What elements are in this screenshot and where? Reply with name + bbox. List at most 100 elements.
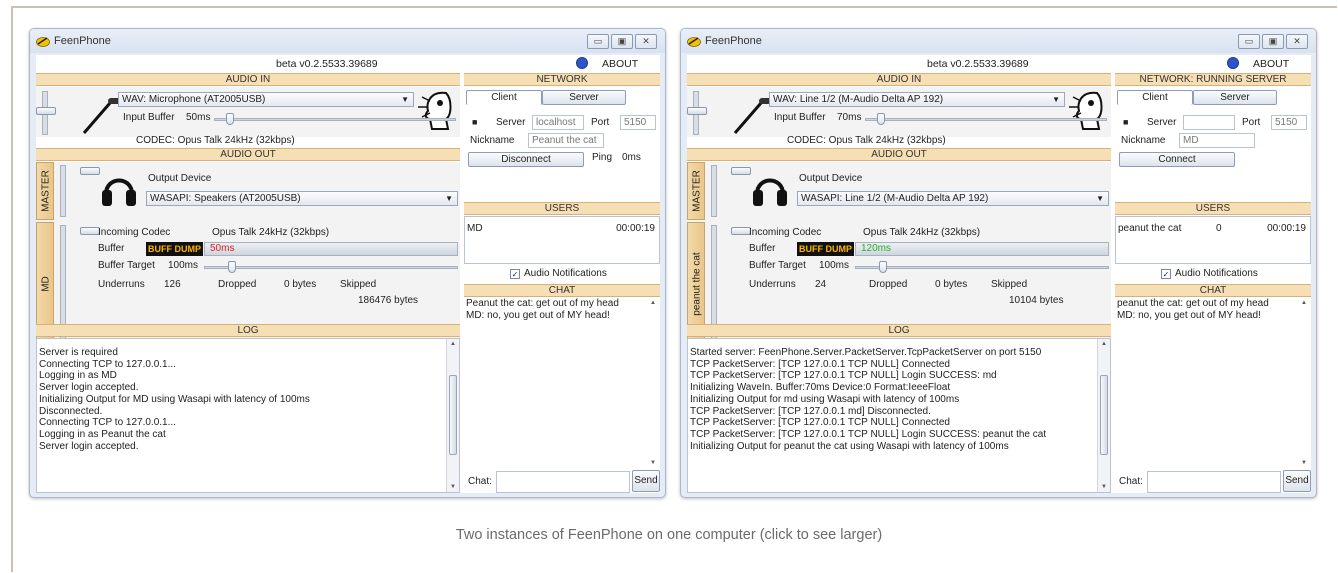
chat-input[interactable] (1147, 471, 1281, 493)
underruns-label: Underruns (98, 279, 145, 290)
server-input[interactable] (1183, 115, 1235, 130)
scroll-up-icon[interactable]: ▲ (450, 341, 456, 347)
audio-notifications-checkbox[interactable]: ✓ (510, 269, 520, 279)
input-device-select[interactable]: WAV: Line 1/2 (M-Audio Delta AP 192) ▼ (769, 92, 1065, 107)
server-input[interactable]: localhost (532, 115, 584, 130)
master-volume-thumb[interactable] (731, 167, 751, 175)
log-scrollbar[interactable]: ▲ ▼ (1097, 339, 1110, 492)
master-volume-slider[interactable] (60, 165, 66, 217)
minimize-icon[interactable]: ▭ (1238, 34, 1260, 49)
input-volume-thumb[interactable] (687, 107, 707, 115)
maximize-icon[interactable]: ▣ (611, 34, 633, 49)
input-volume-thumb[interactable] (36, 107, 56, 115)
maximize-icon[interactable]: ▣ (1262, 34, 1284, 49)
nickname-input[interactable]: MD (1179, 133, 1255, 148)
scroll-down-icon[interactable]: ▼ (450, 484, 456, 490)
headphones-icon (753, 178, 787, 206)
about-link[interactable]: ABOUT (1253, 58, 1289, 70)
user-name[interactable]: peanut the cat (1118, 223, 1181, 234)
tab-server[interactable]: Server (542, 90, 626, 105)
input-device-select[interactable]: WAV: Microphone (AT2005USB) ▼ (118, 92, 414, 107)
close-icon[interactable]: ✕ (1286, 34, 1308, 49)
about-icon[interactable] (576, 57, 588, 69)
minimize-icon[interactable]: ▭ (587, 34, 609, 49)
scroll-down-icon[interactable]: ▼ (650, 460, 656, 466)
users-list[interactable]: peanut the cat 0 00:00:19 (1115, 216, 1311, 264)
output-device-select[interactable]: WASAPI: Speakers (AT2005USB) ▼ (146, 191, 458, 206)
audio-notifications-label: Audio Notifications (1175, 268, 1258, 279)
input-buffer-slider[interactable] (865, 118, 1107, 121)
about-icon[interactable] (1227, 57, 1239, 69)
log-scrollbar[interactable]: ▲ ▼ (446, 339, 459, 492)
output-device-label: Output Device (799, 173, 863, 184)
tab-client[interactable]: Client (466, 90, 542, 105)
dropped-label: Dropped (869, 279, 908, 290)
title-bar[interactable]: FeenPhone ▭ ▣ ✕ (681, 29, 1316, 53)
port-input[interactable]: 5150 (1271, 115, 1307, 130)
log-box[interactable]: Server is required Connecting TCP to 127.… (36, 338, 460, 493)
buffer-target-slider[interactable] (204, 266, 458, 269)
input-buffer-label: Input Buffer (123, 112, 175, 123)
connect-button[interactable]: Disconnect (468, 152, 584, 167)
buffer-target-label: Buffer Target (749, 260, 806, 271)
log-scroll-thumb[interactable] (1100, 375, 1108, 455)
scroll-up-icon[interactable]: ▲ (1301, 300, 1307, 306)
chat-header: CHAT (464, 284, 660, 297)
log-line: Initializing Output for MD using Wasapi … (39, 393, 310, 405)
dropped-value: 0 bytes (935, 279, 968, 290)
about-link[interactable]: ABOUT (602, 58, 638, 70)
output-device-select[interactable]: WASAPI: Line 1/2 (M-Audio Delta AP 192) ▼ (797, 191, 1109, 206)
audio-notifications-checkbox[interactable]: ✓ (1161, 269, 1171, 279)
user-volume-thumb[interactable] (731, 227, 751, 235)
send-button[interactable]: Send (1283, 470, 1311, 492)
input-buffer-slider[interactable] (214, 118, 456, 121)
scroll-up-icon[interactable]: ▲ (1101, 341, 1107, 347)
user-name[interactable]: MD (467, 223, 483, 234)
codec-label: CODEC: Opus Talk 24kHz (32kbps) (787, 135, 946, 146)
input-buffer-thumb[interactable] (877, 113, 885, 125)
buffer-target-value: 100ms (819, 260, 850, 271)
scroll-up-icon[interactable]: ▲ (650, 300, 656, 306)
main-content: beta v0.2.5533.39689 ABOUT AUDIO IN WAV:… (687, 55, 1311, 493)
scroll-down-icon[interactable]: ▼ (1301, 460, 1307, 466)
incoming-codec-label: Incoming Codec (749, 227, 822, 238)
tab-server[interactable]: Server (1193, 90, 1277, 105)
nickname-input[interactable]: Peanut the cat (528, 133, 604, 148)
buff-dump-button[interactable]: BUFF DUMP (146, 242, 203, 256)
tab-master-label: MASTER (691, 170, 703, 212)
log-scroll-thumb[interactable] (449, 375, 457, 455)
scroll-down-icon[interactable]: ▼ (1101, 484, 1107, 490)
master-volume-thumb[interactable] (80, 167, 100, 175)
chat-input[interactable] (496, 471, 630, 493)
tab-client[interactable]: Client (1117, 90, 1193, 105)
log-line: Logging in as Peanut the cat (39, 428, 166, 440)
save-icon[interactable]: ■ (472, 117, 477, 127)
log-line: Server login accepted. (39, 440, 139, 452)
feenphone-logo-icon (687, 37, 701, 47)
user-volume-thumb[interactable] (80, 227, 100, 235)
buffer-label: Buffer (749, 243, 776, 254)
buff-dump-button[interactable]: BUFF DUMP (797, 242, 854, 256)
output-device-value: WASAPI: Speakers (AT2005USB) (150, 193, 301, 204)
input-device-value: WAV: Microphone (AT2005USB) (122, 94, 266, 105)
input-buffer-thumb[interactable] (226, 113, 234, 125)
close-icon[interactable]: ✕ (635, 34, 657, 49)
send-button[interactable]: Send (632, 470, 660, 492)
tab-master[interactable]: MASTER (687, 162, 705, 220)
chat-message: Peanut the cat: get out of my head (466, 298, 619, 309)
nickname-label: Nickname (470, 135, 515, 146)
buffer-target-thumb[interactable] (879, 261, 887, 273)
log-box[interactable]: Started server: FeenPhone.Server.PacketS… (687, 338, 1111, 493)
buffer-target-thumb[interactable] (228, 261, 236, 273)
master-volume-slider[interactable] (711, 165, 717, 217)
buffer-target-slider[interactable] (855, 266, 1109, 269)
users-list[interactable]: MD 00:00:19 (464, 216, 660, 264)
connect-button[interactable]: Connect (1119, 152, 1235, 167)
port-input[interactable]: 5150 (620, 115, 656, 130)
save-icon[interactable]: ■ (1123, 117, 1128, 127)
chat-scrollbar[interactable]: ▲ ▼ (1298, 298, 1311, 468)
chat-input-label: Chat: (1119, 476, 1143, 487)
chat-scrollbar[interactable]: ▲ ▼ (647, 298, 660, 468)
tab-master[interactable]: MASTER (36, 162, 54, 220)
title-bar[interactable]: FeenPhone ▭ ▣ ✕ (30, 29, 665, 53)
